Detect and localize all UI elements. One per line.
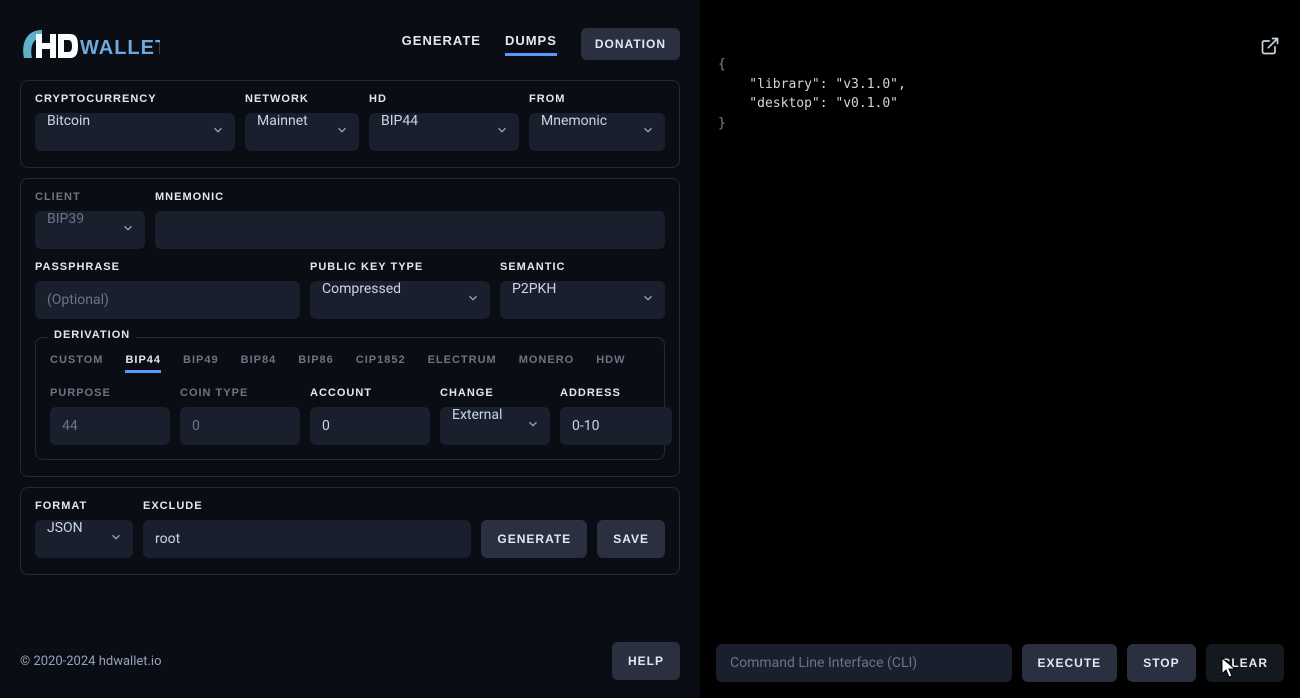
logo-text: WALLET [80,37,160,59]
tab-cip1852[interactable]: CIP1852 [356,354,406,373]
logo-svg: WALLET [20,24,160,64]
hd-select[interactable]: BIP44 [369,113,519,151]
tab-bip86[interactable]: BIP86 [298,354,334,373]
from-label: FROM [529,93,665,105]
mnemonic-label: MNEMONIC [155,191,665,203]
change-label: CHANGE [440,387,550,399]
copyright-text: © 2020-2024 hdwallet.io [20,654,162,669]
exclude-label: EXCLUDE [143,500,471,512]
network-select[interactable]: Mainnet [245,113,359,151]
output-line-2: "library": "v3.1.0", [718,77,906,92]
tab-bip49[interactable]: BIP49 [183,354,219,373]
output-area[interactable]: { "library": "v3.1.0", "desktop": "v0.1.… [700,0,1300,632]
public-key-type-select[interactable]: Compressed [310,281,490,319]
save-button[interactable]: SAVE [597,520,665,558]
tab-custom[interactable]: CUSTOM [50,354,103,373]
footer: © 2020-2024 hdwallet.io HELP [0,628,700,698]
left-panel: WALLET GENERATE DUMPS DONATION CRYPTOCUR… [0,0,700,698]
section-top: CRYPTOCURRENCY Bitcoin NETWORK Mainnet H… [20,80,680,168]
hd-label: HD [369,93,519,105]
mnemonic-input[interactable] [155,211,665,249]
account-label: ACCOUNT [310,387,430,399]
address-input[interactable] [560,407,672,445]
cryptocurrency-select[interactable]: Bitcoin [35,113,235,151]
format-label: FORMAT [35,500,133,512]
clear-button[interactable]: CLEAR [1206,644,1284,682]
execute-button[interactable]: EXECUTE [1022,644,1118,682]
client-label: CLIENT [35,191,145,203]
right-panel: { "library": "v3.1.0", "desktop": "v0.1.… [700,0,1300,698]
format-select[interactable]: JSON [35,520,133,558]
semantic-select[interactable]: P2PKH [500,281,665,319]
output-line-1: { [718,57,726,72]
tab-monero[interactable]: MONERO [519,354,575,373]
donation-button[interactable]: DONATION [581,28,680,60]
derivation-title: DERIVATION [48,329,136,341]
cli-input[interactable] [716,644,1012,682]
generate-button[interactable]: GENERATE [481,520,587,558]
cryptocurrency-label: CRYPTOCURRENCY [35,93,235,105]
account-input[interactable] [310,407,430,445]
coin-type-input[interactable] [180,407,300,445]
tab-bip84[interactable]: BIP84 [241,354,277,373]
purpose-input[interactable] [50,407,170,445]
public-key-type-label: PUBLIC KEY TYPE [310,261,490,273]
exclude-input[interactable] [143,520,471,558]
popout-icon[interactable] [1213,16,1280,82]
section-middle: CLIENT BIP39 MNEMONIC PASSPHRASE [20,178,680,477]
tab-hdw[interactable]: HDW [596,354,625,373]
change-select[interactable]: External [440,407,550,445]
output-line-3: "desktop": "v0.1.0" [718,96,898,111]
nav-dumps[interactable]: DUMPS [505,33,557,56]
form-content: CRYPTOCURRENCY Bitcoin NETWORK Mainnet H… [0,80,700,628]
logo[interactable]: WALLET [20,24,160,64]
nav-generate[interactable]: GENERATE [402,33,481,56]
purpose-label: PURPOSE [50,387,170,399]
section-bottom: FORMAT JSON EXCLUDE GENERATE SAVE [20,487,680,575]
cli-bar: EXECUTE STOP CLEAR [700,632,1300,698]
semantic-label: SEMANTIC [500,261,665,273]
derivation-tabs: CUSTOM BIP44 BIP49 BIP84 BIP86 CIP1852 E… [50,354,650,373]
help-button[interactable]: HELP [612,642,680,680]
derivation-section: DERIVATION CUSTOM BIP44 BIP49 BIP84 BIP8… [35,337,665,460]
tab-electrum[interactable]: ELECTRUM [428,354,497,373]
network-label: NETWORK [245,93,359,105]
clear-button-label: CLEAR [1222,656,1268,670]
coin-type-label: COIN TYPE [180,387,300,399]
tab-bip44[interactable]: BIP44 [125,354,161,373]
output-line-4: } [718,116,726,131]
stop-button[interactable]: STOP [1127,644,1195,682]
passphrase-input[interactable] [35,281,300,319]
main-nav: GENERATE DUMPS DONATION [402,28,680,60]
header: WALLET GENERATE DUMPS DONATION [0,0,700,80]
client-select[interactable]: BIP39 [35,211,145,249]
passphrase-label: PASSPHRASE [35,261,300,273]
address-label: ADDRESS [560,387,672,399]
from-select[interactable]: Mnemonic [529,113,665,151]
